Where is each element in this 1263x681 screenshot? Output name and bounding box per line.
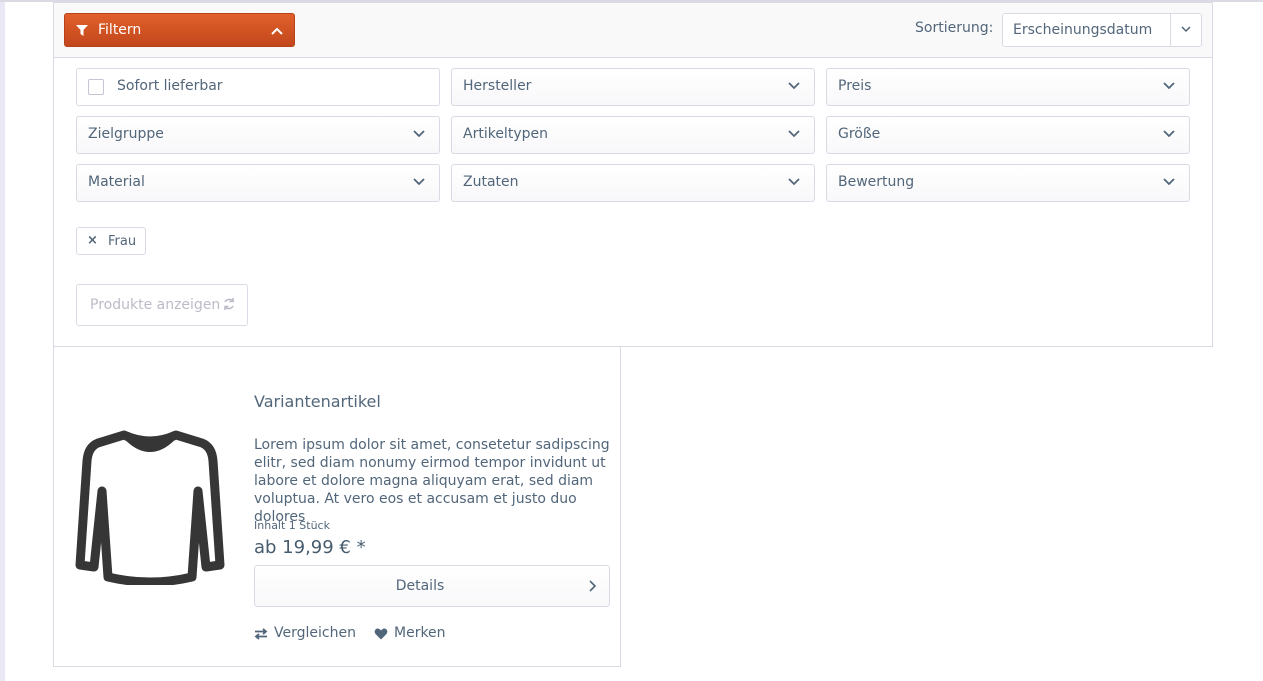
facet-label: Bewertung	[838, 174, 915, 190]
sort-select-value: Erscheinungsdatum	[1013, 22, 1153, 38]
sort-select[interactable]: Erscheinungsdatum	[1002, 13, 1202, 47]
product-card: Variantenartikel Lorem ipsum dolor sit a…	[53, 346, 621, 667]
product-price: ab 19,99 € *	[254, 537, 366, 558]
chevron-down-icon	[413, 130, 425, 138]
chevron-down-icon	[1163, 82, 1175, 90]
facet-label: Größe	[838, 126, 881, 142]
refresh-icon	[224, 298, 234, 310]
chevron-down-icon	[413, 178, 425, 186]
chevron-down-icon	[1163, 130, 1175, 138]
filter-header: Filtern Sortierung: Erscheinungsdatum	[54, 3, 1212, 58]
chevron-right-icon	[589, 580, 597, 592]
checkbox[interactable]	[88, 79, 104, 95]
facet-zutaten[interactable]: Zutaten	[451, 164, 815, 202]
sweater-icon[interactable]	[74, 427, 226, 585]
facet-bewertung[interactable]: Bewertung	[826, 164, 1190, 202]
show-products-button[interactable]: Produkte anzeigen	[76, 284, 248, 326]
facet-preis[interactable]: Preis	[826, 68, 1190, 106]
product-description: Lorem ipsum dolor sit amet, consetetur s…	[254, 437, 610, 525]
chevron-down-icon	[788, 82, 800, 90]
page-edge	[0, 0, 5, 681]
facet-label: Zutaten	[463, 174, 519, 190]
details-label: Details	[395, 578, 445, 594]
filter-toggle-label: Filtern	[98, 22, 142, 38]
compare-icon	[254, 628, 268, 640]
filter-toggle-button[interactable]: Filtern	[64, 13, 295, 47]
facet-material[interactable]: Material	[76, 164, 440, 202]
chevron-down-icon	[788, 178, 800, 186]
active-filter-label: Frau	[108, 234, 137, 249]
active-filter-tag[interactable]: × Frau	[76, 227, 146, 255]
heart-icon	[374, 628, 388, 640]
product-unit: Inhalt 1 Stück	[254, 519, 330, 532]
facet-artikeltypen[interactable]: Artikeltypen	[451, 116, 815, 154]
facet-hersteller[interactable]: Hersteller	[451, 68, 815, 106]
chevron-down-icon	[1181, 26, 1191, 33]
chevron-down-icon	[1163, 178, 1175, 186]
chevron-down-icon	[788, 130, 800, 138]
close-icon: ×	[87, 233, 98, 248]
product-title[interactable]: Variantenartikel	[254, 392, 381, 411]
facet-sofort-lieferbar[interactable]: Sofort lieferbar	[76, 68, 440, 106]
wishlist-label: Merken	[394, 625, 446, 641]
facet-label: Hersteller	[463, 78, 532, 94]
sort-select-toggle[interactable]	[1170, 14, 1201, 46]
sort-label: Sortierung:	[915, 20, 994, 36]
facet-label: Material	[88, 174, 145, 190]
facet-label: Artikeltypen	[463, 126, 548, 142]
facet-zielgruppe[interactable]: Zielgruppe	[76, 116, 440, 154]
filter-panel: Filtern Sortierung: Erscheinungsdatum So…	[53, 2, 1213, 347]
chevron-up-icon	[271, 27, 283, 35]
funnel-icon	[76, 25, 88, 36]
facet-groesse[interactable]: Größe	[826, 116, 1190, 154]
facet-label: Zielgruppe	[88, 126, 164, 142]
compare-label: Vergleichen	[274, 625, 356, 641]
show-products-label: Produkte anzeigen	[90, 297, 221, 313]
details-button[interactable]: Details	[254, 565, 610, 607]
facet-label: Sofort lieferbar	[117, 78, 223, 94]
facet-label: Preis	[838, 78, 872, 94]
